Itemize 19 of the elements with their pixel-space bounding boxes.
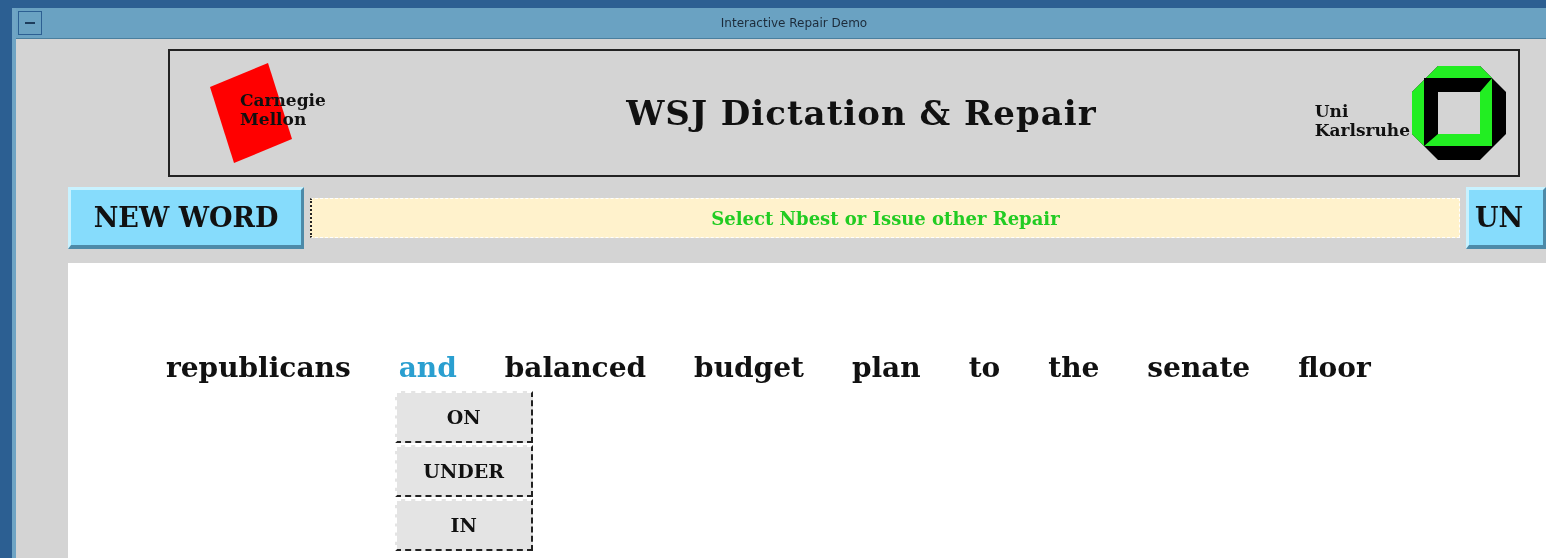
status-message: Select Nbest or Issue other Repair (310, 198, 1460, 238)
window-title: Interactive Repair Demo (719, 16, 869, 30)
app-title: WSJ Dictation & Repair (626, 93, 1097, 133)
new-word-button[interactable]: NEW WORD (68, 187, 304, 249)
nbest-option[interactable]: IN (394, 499, 533, 551)
hypothesis-word[interactable]: senate (1147, 351, 1251, 384)
octagon-logo-icon (1410, 64, 1508, 162)
toolbar-button[interactable]: UN (1466, 187, 1546, 249)
hypothesis-word[interactable]: budget (694, 351, 804, 384)
nbest-option[interactable]: ON (394, 391, 533, 443)
hypothesis-word[interactable]: plan (851, 351, 921, 384)
window-menu-button[interactable] (18, 11, 42, 35)
hypothesis-word[interactable]: floor (1298, 351, 1371, 384)
logo-text: Uni Karlsruhe (1314, 102, 1410, 140)
nbest-option[interactable]: UNDER (394, 445, 533, 497)
hypothesis-word[interactable]: balanced (504, 351, 647, 384)
hypothesis-word[interactable]: to (968, 351, 1001, 384)
hypothesis-word[interactable]: the (1048, 351, 1100, 384)
hypothesis-word[interactable]: republicans (166, 351, 351, 384)
